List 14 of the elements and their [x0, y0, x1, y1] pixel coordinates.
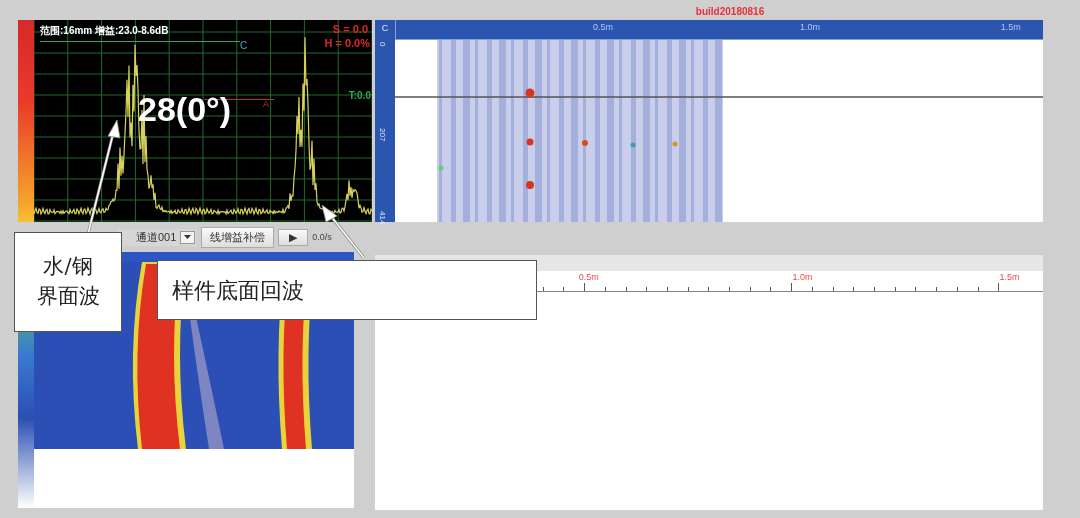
- channel-dropdown[interactable]: 通道001: [118, 228, 198, 246]
- gate-label: A: [263, 99, 269, 109]
- callout-label: 样件底面回波: [157, 260, 537, 320]
- t-value: T:0.0: [348, 90, 371, 101]
- gate-label: C: [240, 40, 248, 51]
- gain-button[interactable]: 线增益补偿: [201, 226, 275, 248]
- play-button[interactable]: ▶: [278, 228, 309, 246]
- callout-label: 水/钢界面波: [14, 232, 122, 332]
- build-label: build20180816: [694, 5, 766, 19]
- speed-text: 0.0/s: [312, 232, 332, 242]
- h-value: H = 0.0%: [324, 37, 370, 49]
- caret-icon: [180, 230, 196, 244]
- range-gain-text: 范围:16mm 增益:23.0-8.6dB: [40, 24, 169, 38]
- s-value: S = 0.0: [332, 23, 368, 35]
